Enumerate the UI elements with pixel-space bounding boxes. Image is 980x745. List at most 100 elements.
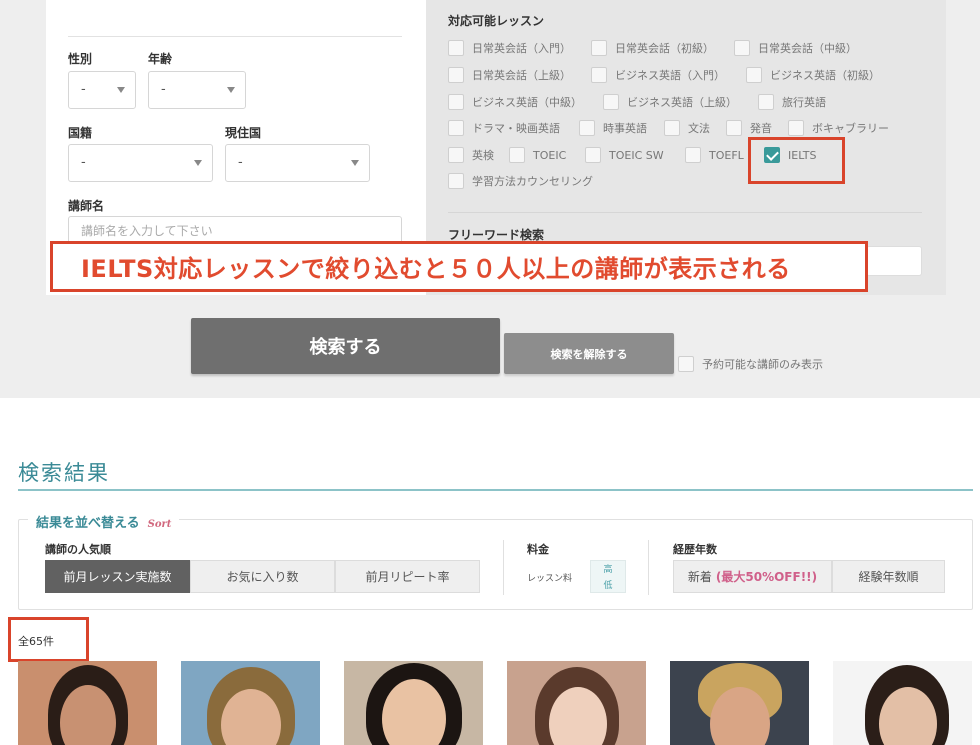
lesson-label: 時事英語 <box>603 122 647 135</box>
teacher-photo[interactable] <box>344 661 483 745</box>
free-word-input[interactable] <box>866 246 922 276</box>
available-only-label: 予約可能な講師のみ表示 <box>702 358 823 371</box>
nationality-label: 国籍 <box>68 126 93 140</box>
gender-select-value: - <box>81 82 86 97</box>
teacher-photo[interactable] <box>833 661 972 745</box>
lesson-label: 英検 <box>472 149 494 162</box>
gender-label: 性別 <box>68 52 93 66</box>
lesson-label: IELTS <box>788 148 817 162</box>
experience-label: 経歴年数 <box>673 543 717 556</box>
sort-option-new-label: 新着 <box>687 570 712 584</box>
price-sub-label: レッスン料 <box>527 574 573 584</box>
lesson-label: ビジネス英語（中級） <box>472 96 582 109</box>
lesson-checkbox[interactable]: ボキャブラリー <box>788 119 889 137</box>
lesson-label: TOEIC SW <box>609 148 664 162</box>
lesson-label: 発音 <box>750 122 772 135</box>
checkbox-box[interactable] <box>758 94 774 110</box>
lesson-checkbox[interactable]: ドラマ・映画英語 <box>448 119 560 137</box>
residence-select[interactable]: - <box>225 144 370 182</box>
annotation-banner: IELTS対応レッスンで絞り込むと５０人以上の講師が表示される <box>50 241 868 292</box>
checkbox-box[interactable] <box>448 147 464 163</box>
checkbox-box[interactable] <box>448 173 464 189</box>
checkbox-box[interactable] <box>726 120 742 136</box>
checkbox-box[interactable] <box>734 40 750 56</box>
age-select[interactable]: - <box>148 71 246 109</box>
lesson-checkbox[interactable]: 日常英会話（中級） <box>734 39 857 57</box>
lesson-checkbox[interactable]: ビジネス英語（中級） <box>448 93 582 111</box>
lesson-checkbox[interactable]: 旅行英語 <box>758 93 826 111</box>
gender-select[interactable]: - <box>68 71 136 109</box>
checkbox-box[interactable] <box>788 120 804 136</box>
popularity-label: 講師の人気順 <box>45 543 111 556</box>
checkbox-box[interactable] <box>579 120 595 136</box>
nationality-select-value: - <box>81 155 86 170</box>
lesson-checkbox[interactable]: 文法 <box>664 119 710 137</box>
lesson-checkbox[interactable]: 発音 <box>726 119 772 137</box>
teacher-photo[interactable] <box>670 661 809 745</box>
lesson-checkbox[interactable]: TOEIC SW <box>585 146 664 164</box>
checkbox-box[interactable] <box>685 147 701 163</box>
lesson-checkbox[interactable]: 時事英語 <box>579 119 647 137</box>
lesson-label: ビジネス英語（上級） <box>627 96 737 109</box>
teacher-photo[interactable] <box>507 661 646 745</box>
results-title-underline <box>18 489 973 491</box>
checkbox-box[interactable] <box>664 120 680 136</box>
price-high[interactable]: 高 <box>603 562 612 575</box>
lesson-checkbox[interactable]: TOEFL <box>685 146 744 164</box>
price-low[interactable]: 低 <box>603 578 612 591</box>
lesson-checkbox[interactable]: TOEIC <box>509 146 566 164</box>
available-only-checkbox[interactable]: 予約可能な講師のみ表示 <box>678 355 823 373</box>
clear-search-button[interactable]: 検索を解除する <box>504 333 674 374</box>
lesson-checkbox[interactable]: ビジネス英語（初級） <box>746 66 880 84</box>
checkbox-box[interactable] <box>591 67 607 83</box>
checkbox-box[interactable] <box>603 94 619 110</box>
checkbox-box[interactable] <box>448 120 464 136</box>
lessons-label: 対応可能レッスン <box>448 14 545 28</box>
sort-option-new[interactable]: 新着 (最大50%OFF!!) <box>673 560 832 593</box>
checkbox-box[interactable] <box>746 67 762 83</box>
lesson-checkbox[interactable]: 日常英会話（初級） <box>591 39 714 57</box>
lesson-checkbox[interactable]: ビジネス英語（入門） <box>591 66 725 84</box>
checkbox-box[interactable] <box>585 147 601 163</box>
lesson-checkbox[interactable]: 学習方法カウンセリング <box>448 172 593 190</box>
teacher-photo[interactable] <box>181 661 320 745</box>
checkbox-box[interactable] <box>448 40 464 56</box>
checkbox-box[interactable] <box>509 147 525 163</box>
lesson-label: TOEFL <box>709 148 744 162</box>
chevron-down-icon <box>351 160 359 166</box>
price-label: 料金 <box>527 543 549 556</box>
left-divider <box>68 36 402 37</box>
lesson-label: ボキャブラリー <box>812 122 889 135</box>
sort-option-favorites[interactable]: お気に入り数 <box>190 560 335 593</box>
lesson-checkbox[interactable]: 英検 <box>448 146 494 164</box>
search-button[interactable]: 検索する <box>191 318 500 374</box>
lesson-label: ビジネス英語（初級） <box>770 69 880 82</box>
checkbox-checked-icon[interactable] <box>764 147 780 163</box>
sort-subtitle: Sort <box>147 519 172 530</box>
checkbox-box[interactable] <box>448 94 464 110</box>
lesson-label: ビジネス英語（入門） <box>615 69 725 82</box>
discount-text: (最大50%OFF!!) <box>715 570 818 584</box>
right-divider <box>448 212 922 213</box>
sort-title: 結果を並べ替える Sort <box>28 512 180 531</box>
total-count: 全65件 <box>18 635 54 648</box>
lesson-label: TOEIC <box>533 148 567 162</box>
age-label: 年齢 <box>148 52 173 66</box>
sort-option-repeat-rate[interactable]: 前月リピート率 <box>335 560 480 593</box>
lesson-checkbox[interactable]: ビジネス英語（上級） <box>603 93 737 111</box>
sort-option-experience[interactable]: 経験年数順 <box>832 560 945 593</box>
lesson-label: 日常英会話（初級） <box>615 42 714 55</box>
lesson-checkbox[interactable]: 日常英会話（入門） <box>448 39 571 57</box>
teacher-photo[interactable] <box>18 661 157 745</box>
results-title: 検索結果 <box>18 461 110 485</box>
checkbox-box[interactable] <box>448 67 464 83</box>
age-select-value: - <box>161 82 166 97</box>
lesson-checkbox-ielts[interactable]: IELTS <box>764 146 817 164</box>
sort-option-lessons[interactable]: 前月レッスン実施数 <box>45 560 190 593</box>
lesson-checkbox[interactable]: 日常英会話（上級） <box>448 66 571 84</box>
checkbox-box[interactable] <box>678 356 694 372</box>
checkbox-box[interactable] <box>591 40 607 56</box>
nationality-select[interactable]: - <box>68 144 213 182</box>
sort-divider <box>648 540 649 595</box>
price-sort-toggle[interactable]: 高 低 <box>590 560 626 593</box>
